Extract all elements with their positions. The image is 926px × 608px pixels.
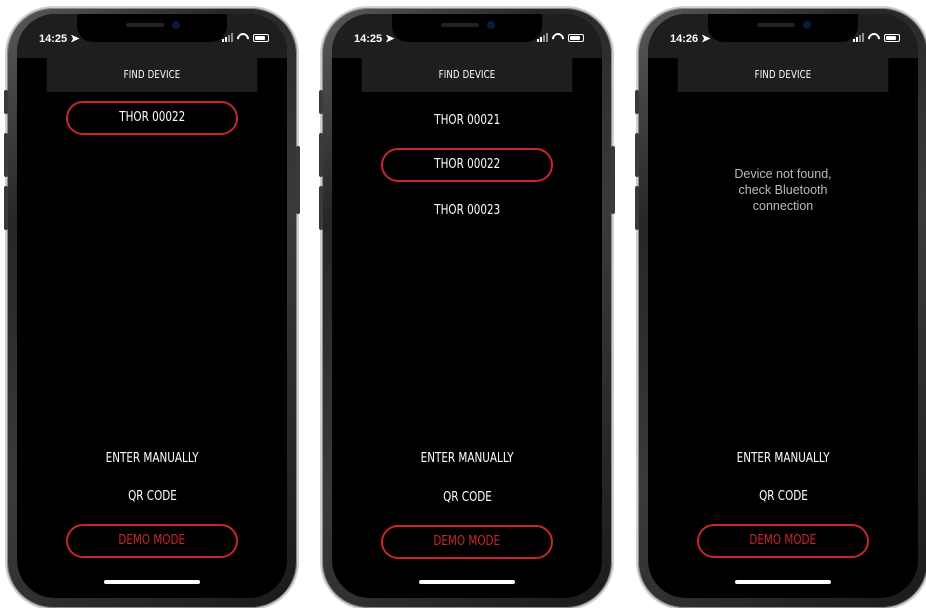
demo-mode-label: DEMO MODE xyxy=(118,533,186,548)
status-icons xyxy=(537,33,584,42)
phone-frame-1: 14:25 ➤ FIND DEVICE THOR 00022 ENTER MAN… xyxy=(4,8,300,608)
device-label: THOR 00022 xyxy=(434,157,500,172)
silent-switch xyxy=(4,90,8,114)
qr-code-label: QR CODE xyxy=(758,489,808,504)
signal-icon xyxy=(853,33,864,42)
home-indicator[interactable] xyxy=(104,580,200,584)
enter-manually-label: ENTER MANUALLY xyxy=(736,451,830,466)
battery-icon xyxy=(884,33,900,42)
battery-icon xyxy=(568,33,584,42)
demo-mode-button[interactable]: DEMO MODE xyxy=(66,524,238,558)
volume-down-button xyxy=(635,186,639,230)
wifi-icon xyxy=(552,33,564,42)
message-text: Device not found, check Bluetooth connec… xyxy=(734,167,832,213)
silent-switch xyxy=(319,90,323,114)
volume-up-button xyxy=(635,133,639,177)
qr-code-button[interactable]: QR CODE xyxy=(66,480,238,514)
qr-code-label: QR CODE xyxy=(127,489,177,504)
page-title: FIND DEVICE xyxy=(677,58,889,92)
notch xyxy=(708,14,858,42)
volume-down-button xyxy=(4,186,8,230)
home-indicator[interactable] xyxy=(419,580,515,584)
wifi-icon xyxy=(237,33,249,42)
screen-3: 14:26 ➤ FIND DEVICE Device not found, ch… xyxy=(648,14,918,598)
device-not-found-message: Device not found, check Bluetooth connec… xyxy=(648,166,918,214)
volume-up-button xyxy=(4,133,8,177)
demo-mode-label: DEMO MODE xyxy=(749,533,817,548)
screen-2: 14:25 ➤ FIND DEVICE THOR 00021 THOR 0002… xyxy=(332,14,602,598)
battery-icon xyxy=(253,33,269,42)
phone-frame-3: 14:26 ➤ FIND DEVICE Device not found, ch… xyxy=(635,8,926,608)
volume-up-button xyxy=(319,133,323,177)
device-item-selected[interactable]: THOR 00022 xyxy=(66,101,238,135)
demo-mode-button[interactable]: DEMO MODE xyxy=(381,525,553,559)
notch xyxy=(77,14,227,42)
enter-manually-label: ENTER MANUALLY xyxy=(420,451,514,466)
phone-frame-2: 14:25 ➤ FIND DEVICE THOR 00021 THOR 0002… xyxy=(319,8,615,608)
qr-code-button[interactable]: QR CODE xyxy=(697,480,869,514)
page-title: FIND DEVICE xyxy=(46,58,258,92)
enter-manually-button[interactable]: ENTER MANUALLY xyxy=(66,442,238,476)
home-indicator[interactable] xyxy=(735,580,831,584)
status-time: 14:25 xyxy=(39,33,68,45)
location-arrow-icon: ➤ xyxy=(70,33,80,45)
demo-mode-label: DEMO MODE xyxy=(433,534,501,549)
status-time: 14:25 xyxy=(354,33,383,45)
device-label: THOR 00023 xyxy=(434,203,500,218)
power-button xyxy=(611,146,615,214)
status-time: 14:26 xyxy=(670,33,699,45)
status-bar: 14:26 ➤ xyxy=(648,14,918,58)
device-item[interactable]: THOR 00023 xyxy=(381,194,553,228)
status-icons xyxy=(222,33,269,42)
location-arrow-icon: ➤ xyxy=(385,33,395,45)
silent-switch xyxy=(635,90,639,114)
location-arrow-icon: ➤ xyxy=(701,33,711,45)
status-bar: 14:25 ➤ xyxy=(17,14,287,58)
device-label: THOR 00022 xyxy=(119,110,185,125)
enter-manually-button[interactable]: ENTER MANUALLY xyxy=(697,442,869,476)
page-title: FIND DEVICE xyxy=(361,58,573,92)
status-bar: 14:25 ➤ xyxy=(332,14,602,58)
device-label: THOR 00021 xyxy=(434,113,500,128)
power-button xyxy=(296,146,300,214)
demo-mode-button[interactable]: DEMO MODE xyxy=(697,524,869,558)
wifi-icon xyxy=(868,33,880,42)
qr-code-button[interactable]: QR CODE xyxy=(381,481,553,515)
status-icons xyxy=(853,33,900,42)
device-item-selected[interactable]: THOR 00022 xyxy=(381,148,553,182)
screen-1: 14:25 ➤ FIND DEVICE THOR 00022 ENTER MAN… xyxy=(17,14,287,598)
enter-manually-label: ENTER MANUALLY xyxy=(105,451,199,466)
signal-icon xyxy=(537,33,548,42)
qr-code-label: QR CODE xyxy=(442,490,492,505)
notch xyxy=(392,14,542,42)
enter-manually-button[interactable]: ENTER MANUALLY xyxy=(381,442,553,476)
volume-down-button xyxy=(319,186,323,230)
device-item[interactable]: THOR 00021 xyxy=(381,104,553,138)
signal-icon xyxy=(222,33,233,42)
